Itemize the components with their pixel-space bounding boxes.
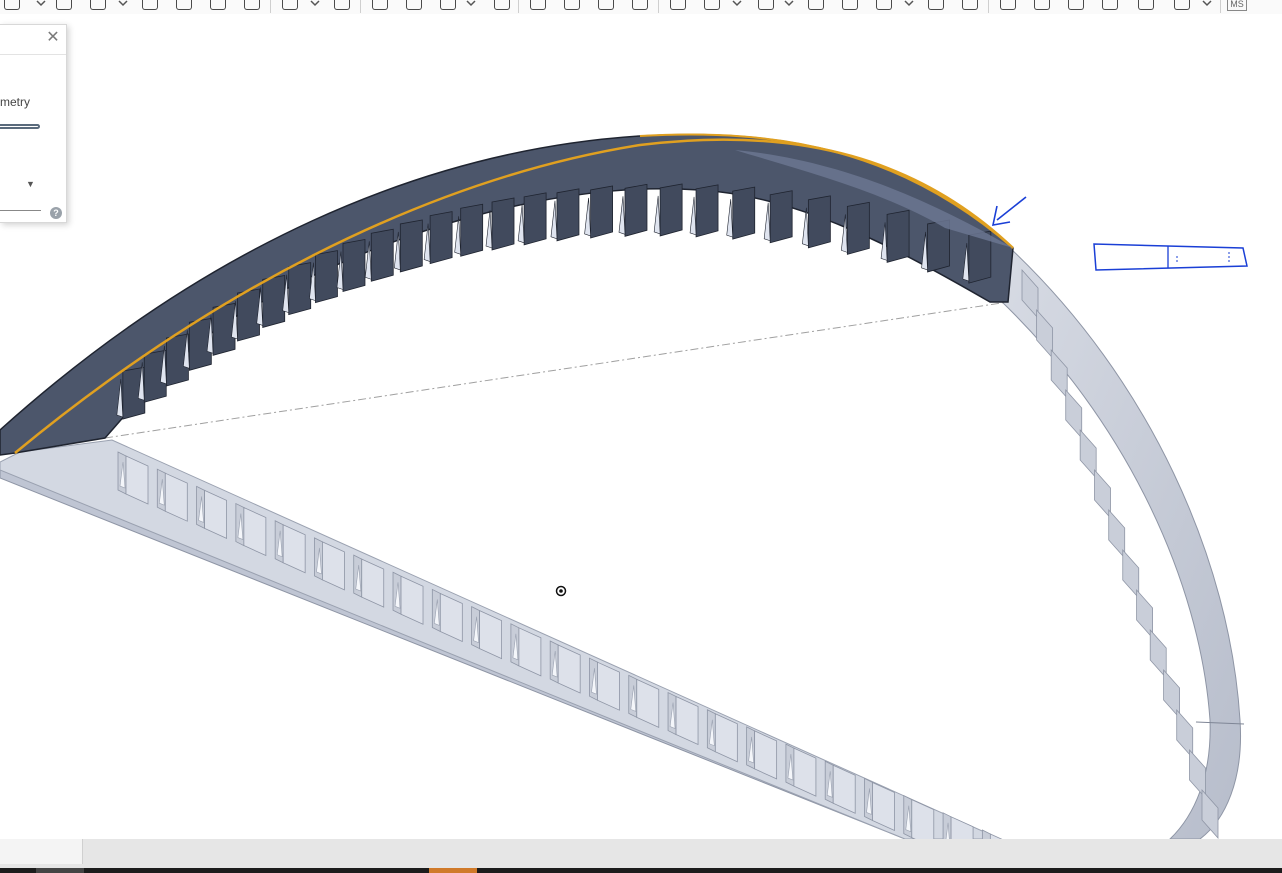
part-studio-icon[interactable]	[1174, 0, 1190, 10]
taskbar	[0, 868, 1282, 873]
shell-icon[interactable]	[372, 0, 388, 10]
boolean-icon[interactable]	[440, 0, 456, 10]
handwritten-annotation	[991, 196, 1248, 271]
toolbar-separator	[658, 0, 659, 13]
chamfer-icon[interactable]	[282, 0, 298, 10]
chevron-down-icon[interactable]	[904, 0, 914, 7]
toolbar-separator	[1220, 0, 1221, 13]
sheet-metal-icon[interactable]	[1068, 0, 1084, 10]
weldment-icon[interactable]	[928, 0, 944, 10]
chevron-down-icon[interactable]	[310, 0, 320, 7]
tab-bar	[0, 839, 1282, 868]
graphics-viewport[interactable]	[0, 14, 1282, 839]
cursor-target-icon	[555, 585, 567, 597]
sheet-metal-icon[interactable]	[842, 0, 858, 10]
extrude-icon[interactable]	[56, 0, 72, 10]
revolve-icon[interactable]	[90, 0, 106, 10]
hole-icon[interactable]	[406, 0, 422, 10]
fillet-icon[interactable]	[244, 0, 260, 10]
ms-icon[interactable]: MS	[1227, 0, 1247, 11]
dropdown-arrow-icon[interactable]: ▼	[26, 179, 35, 189]
rib	[618, 183, 648, 237]
rib	[1108, 508, 1126, 560]
rib	[726, 186, 756, 240]
chevron-down-icon[interactable]	[466, 0, 476, 7]
weldment-icon[interactable]	[1138, 0, 1154, 10]
arch-ribs	[116, 183, 992, 420]
rib	[1094, 468, 1111, 520]
rib	[1065, 388, 1083, 440]
right-ring[interactable]	[999, 247, 1245, 839]
draft-icon[interactable]	[334, 0, 350, 10]
sketch-icon[interactable]	[4, 0, 20, 10]
taskbar-active-item[interactable]	[36, 868, 84, 873]
rib	[653, 183, 683, 237]
toolbar-separator	[360, 0, 361, 13]
variable-icon[interactable]	[704, 0, 720, 10]
derived-icon[interactable]	[758, 0, 774, 10]
thicken-icon[interactable]	[210, 0, 226, 10]
tag-icon[interactable]	[962, 0, 978, 10]
loft-icon[interactable]	[176, 0, 192, 10]
sweep-icon[interactable]	[142, 0, 158, 10]
transform-icon[interactable]	[530, 0, 546, 10]
tag-icon[interactable]	[808, 0, 824, 10]
tab-part-studio[interactable]	[0, 839, 83, 864]
mirror-icon[interactable]	[598, 0, 614, 10]
frame-icon[interactable]	[876, 0, 892, 10]
fit-spline-icon[interactable]	[670, 0, 686, 10]
input-underline[interactable]	[0, 210, 41, 211]
taskbar-app-item[interactable]	[429, 868, 477, 873]
toolbar-separator	[988, 0, 989, 13]
chevron-down-icon[interactable]	[784, 0, 794, 7]
help-icon[interactable]: ?	[50, 207, 62, 219]
chevron-down-icon[interactable]	[732, 0, 742, 7]
helix-icon[interactable]	[632, 0, 648, 10]
lower-rail[interactable]	[0, 439, 1012, 839]
rib	[689, 184, 719, 238]
chevron-down-icon[interactable]	[1202, 0, 1212, 7]
option-toggle[interactable]	[0, 124, 40, 129]
split-icon[interactable]	[494, 0, 510, 10]
chevron-down-icon[interactable]	[36, 0, 46, 7]
feature-toolbar: MS	[0, 0, 1282, 14]
toolbar-separator	[270, 0, 271, 13]
rib	[942, 812, 974, 839]
toolbar-separator	[518, 0, 519, 13]
frame-icon[interactable]	[1102, 0, 1118, 10]
model-canvas[interactable]	[0, 14, 1282, 839]
annotation-sketch	[1093, 243, 1248, 271]
feature-dialog[interactable]: ✕ metry ▼ ?	[0, 24, 67, 223]
geometry-option-label: metry	[0, 95, 30, 109]
rib	[1079, 428, 1097, 480]
chevron-down-icon[interactable]	[118, 0, 128, 7]
selected-arch[interactable]	[0, 133, 1014, 456]
close-icon[interactable]: ✕	[46, 30, 60, 46]
pattern-icon[interactable]	[564, 0, 580, 10]
part-studio-icon[interactable]	[1000, 0, 1016, 10]
dialog-divider	[0, 54, 66, 55]
assembly-icon[interactable]	[1034, 0, 1050, 10]
annotation-arrow-icon	[996, 196, 1027, 221]
rib	[981, 829, 1003, 839]
